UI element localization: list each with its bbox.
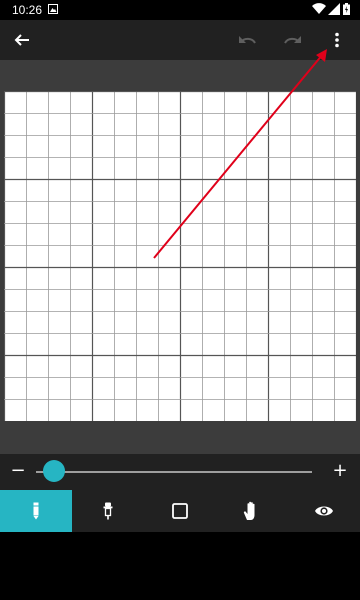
redo-button[interactable] (272, 20, 312, 60)
back-button[interactable] (2, 20, 42, 60)
status-bar: 10:26 (0, 0, 360, 20)
undo-icon (239, 36, 256, 44)
status-time: 10:26 (12, 3, 43, 17)
pencil-tool[interactable] (0, 490, 72, 532)
pixel-grid[interactable] (4, 91, 356, 421)
square-icon (172, 503, 188, 519)
notification-icon (48, 4, 58, 14)
back-arrow-icon (14, 34, 29, 46)
canvas-area (0, 60, 360, 454)
decrease-size-button[interactable]: − (8, 461, 28, 481)
drawing-grid[interactable] (4, 91, 356, 421)
tool-bar (0, 490, 360, 532)
app-bar (0, 20, 360, 60)
battery-icon (343, 3, 350, 15)
more-options-button[interactable] (317, 20, 357, 60)
slider-thumb[interactable] (43, 460, 66, 482)
slider-track[interactable] (36, 471, 312, 473)
eyedropper-icon (103, 502, 113, 520)
pencil-icon (33, 502, 39, 520)
undo-button[interactable] (228, 20, 268, 60)
rectangle-tool[interactable] (144, 490, 216, 532)
status-icons (312, 3, 352, 17)
wifi-icon (312, 3, 326, 15)
preview-tool[interactable] (288, 490, 360, 532)
signal-icon (328, 3, 340, 15)
brush-size-slider-bar: − + (0, 454, 360, 490)
more-vert-icon (335, 32, 339, 48)
eye-icon (315, 506, 333, 516)
eyedropper-tool[interactable] (72, 490, 144, 532)
redo-icon (284, 36, 301, 44)
hand-icon (243, 501, 255, 520)
increase-size-button[interactable]: + (330, 461, 350, 481)
pan-tool[interactable] (216, 490, 288, 532)
bottom-blank-area (0, 532, 360, 600)
